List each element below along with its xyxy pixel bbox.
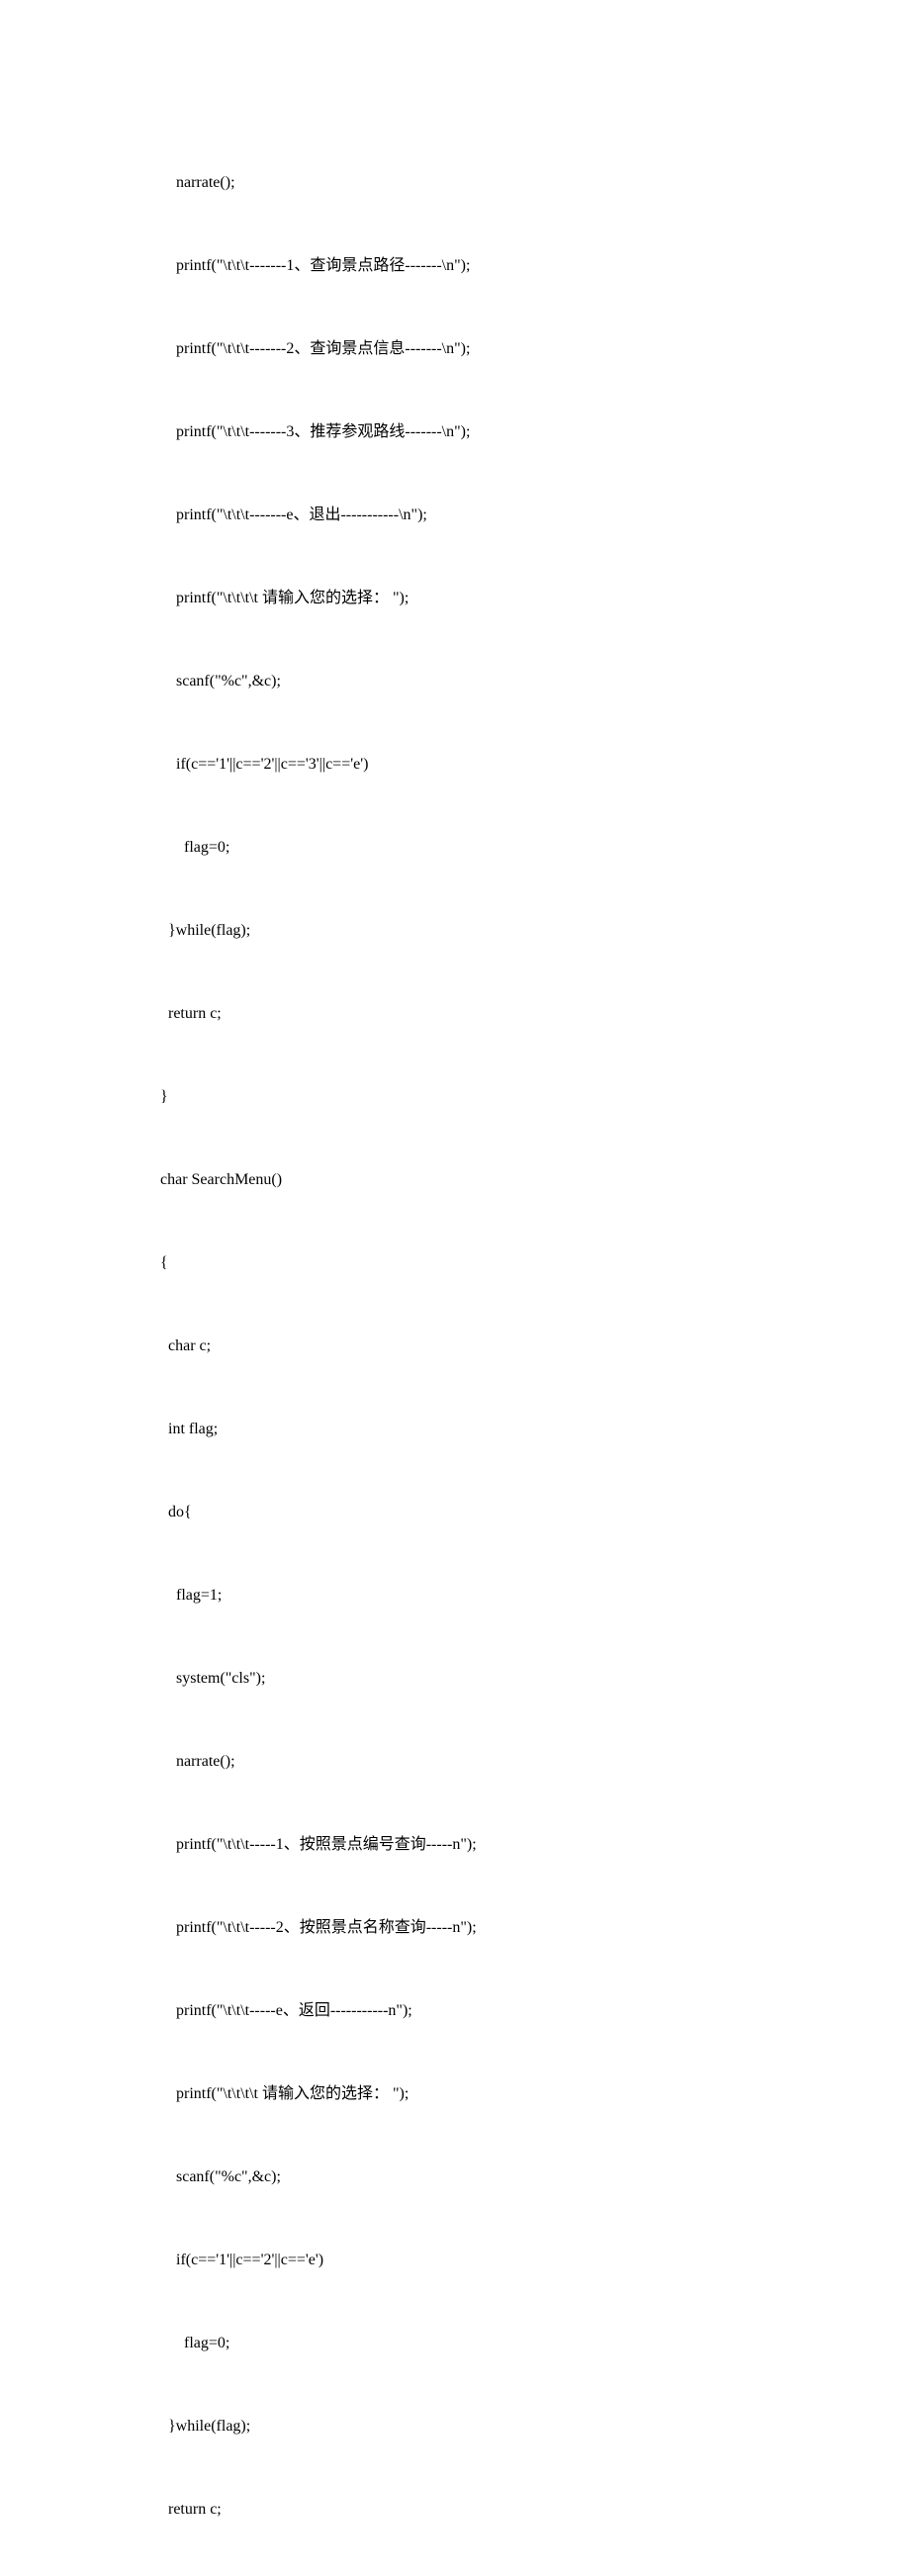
code-line: flag=1;: [160, 1582, 793, 1610]
code-line: if(c=='1'||c=='2'||c=='3'||c=='e'): [160, 751, 793, 779]
code-line: printf("\t\t\t-------3、推荐参观路线-------\n")…: [160, 418, 793, 446]
code-line: printf("\t\t\t\t 请输入您的选择： ");: [160, 2080, 793, 2108]
code-line: flag=0;: [160, 834, 793, 862]
code-line: {: [160, 1249, 793, 1277]
code-line: printf("\t\t\t-----2、按照景点名称查询-----n");: [160, 1914, 793, 1942]
code-line: if(c=='1'||c=='2'||c=='e'): [160, 2247, 793, 2274]
code-line: printf("\t\t\t-------2、查询景点信息-------\n")…: [160, 335, 793, 363]
code-line: printf("\t\t\t\t 请输入您的选择： ");: [160, 585, 793, 612]
code-line: narrate();: [160, 169, 793, 197]
code-line: return c;: [160, 2496, 793, 2524]
code-line: scanf("%c",&c);: [160, 668, 793, 695]
code-line: char c;: [160, 1333, 793, 1360]
code-line: char SearchMenu(): [160, 1166, 793, 1194]
code-line: }while(flag);: [160, 917, 793, 945]
code-line: system("cls");: [160, 1665, 793, 1693]
code-page: narrate(); printf("\t\t\t-------1、查询景点路径…: [0, 0, 793, 2576]
code-line: printf("\t\t\t-----e、返回-----------n");: [160, 1997, 793, 2025]
code-line: printf("\t\t\t-------e、退出-----------\n")…: [160, 502, 793, 529]
code-line: int flag;: [160, 1416, 793, 1443]
code-line: narrate();: [160, 1748, 793, 1776]
code-line: return c;: [160, 1000, 793, 1028]
code-line: do{: [160, 1499, 793, 1526]
code-line: flag=0;: [160, 2330, 793, 2357]
code-line: printf("\t\t\t-------1、查询景点路径-------\n")…: [160, 252, 793, 280]
code-line: }: [160, 1083, 793, 1111]
code-line: printf("\t\t\t-----1、按照景点编号查询-----n");: [160, 1831, 793, 1859]
code-line: }while(flag);: [160, 2413, 793, 2440]
code-line: scanf("%c",&c);: [160, 2163, 793, 2191]
